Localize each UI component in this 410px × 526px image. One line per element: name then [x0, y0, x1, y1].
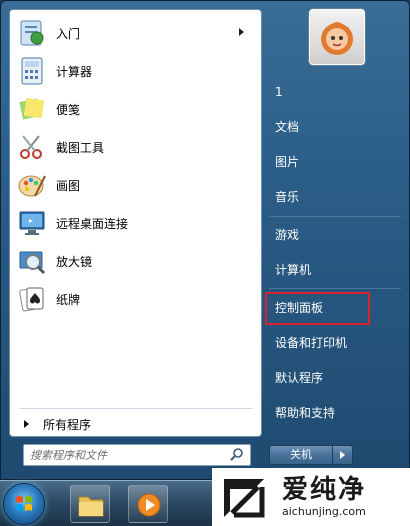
- program-label: 计算器: [56, 64, 93, 79]
- start-menu: 入门 计算器 便笺 截图工具 画图 远程桌面连接 放大镜 纸牌 所有程序 搜索程…: [0, 0, 410, 480]
- shutdown-options-button[interactable]: [333, 445, 353, 465]
- user-picture-icon: [321, 22, 353, 55]
- program-label: 远程桌面连接: [56, 216, 129, 231]
- submenu-arrow-icon: [239, 28, 244, 36]
- program-label: 画图: [56, 178, 81, 193]
- right-item-devices-printers[interactable]: 设备和打印机: [275, 332, 395, 354]
- search-icon[interactable]: [228, 447, 246, 463]
- program-remote-desktop[interactable]: 远程桌面连接: [16, 206, 256, 240]
- taskbar-explorer-button[interactable]: [70, 485, 110, 523]
- search-input[interactable]: [30, 446, 220, 464]
- program-label: 便笺: [56, 102, 81, 117]
- all-programs-button[interactable]: 所有程序: [18, 413, 258, 435]
- taskbar-media-player-button[interactable]: [128, 485, 168, 523]
- right-item-help-support[interactable]: 帮助和支持: [275, 402, 395, 424]
- right-item-computer[interactable]: 计算机: [275, 259, 395, 281]
- shutdown-group: 关机: [269, 445, 359, 465]
- watermark-text: 爱纯净 aichunjing.com: [282, 475, 366, 519]
- all-programs-label: 所有程序: [43, 417, 92, 432]
- program-label: 入门: [56, 26, 81, 41]
- watermark-brand: 爱纯净: [282, 475, 367, 505]
- search-box: [23, 444, 251, 466]
- windows-logo-icon: [16, 496, 32, 511]
- right-item-games[interactable]: 游戏: [275, 224, 395, 246]
- right-item-documents[interactable]: 文档: [275, 116, 395, 138]
- program-calculator[interactable]: 计算器: [16, 54, 256, 88]
- sticky-notes-icon: [16, 93, 48, 125]
- remote-desktop-icon: [16, 207, 48, 239]
- start-button[interactable]: [4, 484, 44, 524]
- magnifier-icon: [16, 245, 48, 277]
- divider: [20, 408, 252, 409]
- program-snipping-tool[interactable]: 截图工具: [16, 130, 256, 164]
- right-item-music[interactable]: 音乐: [275, 186, 395, 208]
- watermark: 爱纯净 aichunjing.com: [212, 468, 410, 526]
- triangle-right-icon: [24, 420, 29, 428]
- program-label: 纸牌: [56, 292, 81, 307]
- program-solitaire[interactable]: 纸牌: [16, 282, 256, 316]
- program-getting-started[interactable]: 入门: [16, 16, 256, 50]
- watermark-logo-icon: [224, 479, 265, 518]
- programs-pane: 入门 计算器 便笺 截图工具 画图 远程桌面连接 放大镜 纸牌 所有程序: [9, 9, 262, 437]
- program-sticky-notes[interactable]: 便笺: [16, 92, 256, 126]
- calculator-icon: [16, 55, 48, 87]
- user-avatar[interactable]: [309, 9, 365, 65]
- program-magnifier[interactable]: 放大镜: [16, 244, 256, 278]
- right-item-user[interactable]: 1: [275, 81, 395, 103]
- solitaire-icon: [16, 283, 48, 315]
- highlight-box: [265, 292, 370, 325]
- triangle-right-icon: [340, 451, 345, 459]
- snipping-tool-icon: [16, 131, 48, 163]
- divider: [269, 216, 401, 217]
- shutdown-button[interactable]: 关机: [269, 445, 333, 465]
- media-player-icon: [137, 493, 161, 517]
- folder-icon: [78, 496, 104, 517]
- right-item-pictures[interactable]: 图片: [275, 151, 395, 173]
- paint-icon: [16, 169, 48, 201]
- program-paint[interactable]: 画图: [16, 168, 256, 202]
- program-label: 截图工具: [56, 140, 105, 155]
- divider: [269, 288, 401, 289]
- right-item-default-programs[interactable]: 默认程序: [275, 367, 395, 389]
- program-label: 放大镜: [56, 254, 93, 269]
- getting-started-icon: [16, 17, 48, 49]
- watermark-url: aichunjing.com: [282, 505, 366, 518]
